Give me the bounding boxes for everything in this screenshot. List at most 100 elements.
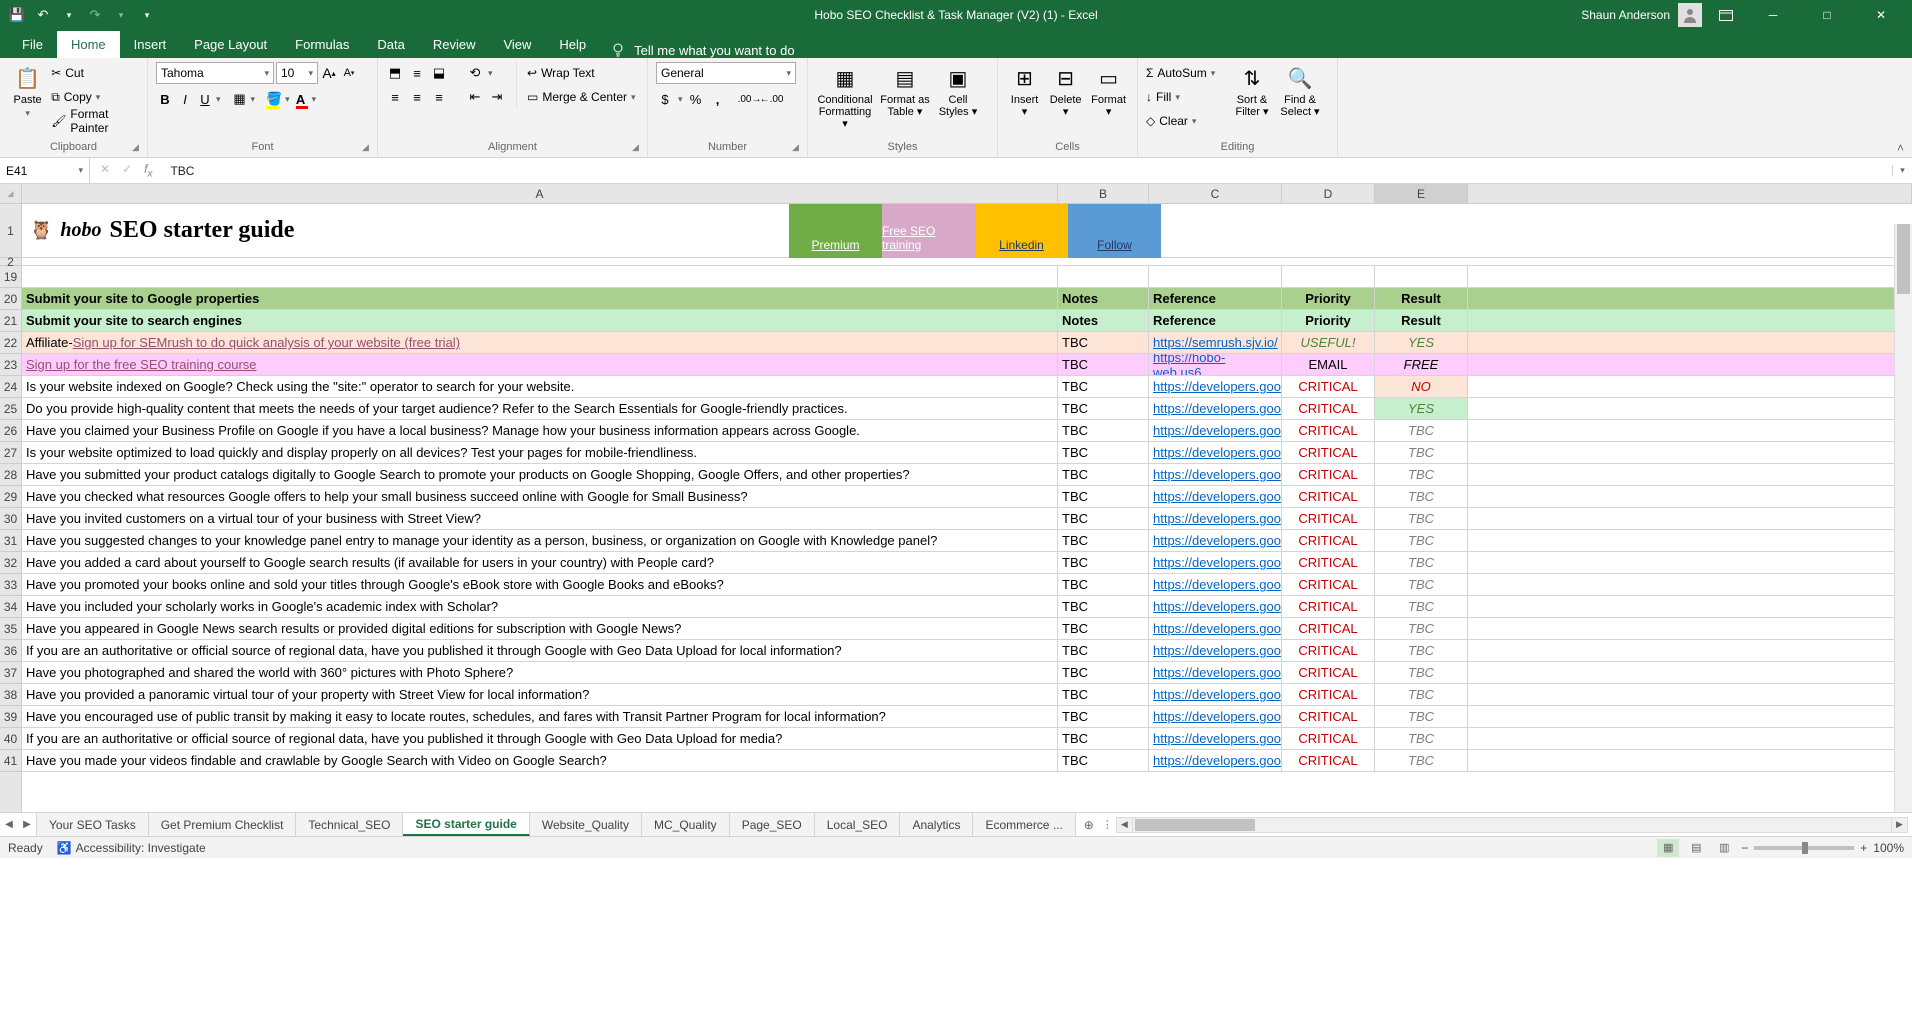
cell-notes[interactable]: TBC [1058, 464, 1149, 485]
tell-me[interactable]: Tell me what you want to do [610, 42, 794, 58]
cell-task[interactable]: Have you checked what resources Google o… [22, 486, 1058, 507]
cell-priority[interactable]: EMAIL [1282, 354, 1375, 375]
cell-priority[interactable]: CRITICAL [1282, 464, 1375, 485]
vertical-scroll-thumb[interactable] [1897, 224, 1910, 294]
qat-customize-icon[interactable]: ▾ [140, 8, 154, 22]
cell-reference[interactable]: https://developers.goo [1149, 398, 1282, 419]
row-header[interactable]: 30 [0, 508, 21, 530]
cell-reference[interactable]: Reference [1149, 310, 1282, 331]
increase-indent-icon[interactable]: ⇥ [488, 88, 506, 106]
cell-result[interactable]: TBC [1375, 486, 1468, 507]
cell-reference[interactable]: https://developers.goo [1149, 684, 1282, 705]
delete-cells-button[interactable]: ⊟Delete▾ [1047, 62, 1084, 118]
cell-task[interactable]: Have you appeared in Google News search … [22, 618, 1058, 639]
col-header-blank[interactable] [1468, 184, 1912, 203]
zoom-slider[interactable] [1754, 846, 1854, 850]
format-painter-button[interactable]: 🖌Format Painter [51, 110, 139, 132]
name-box[interactable]: E41▾ [0, 158, 90, 183]
enter-formula-icon[interactable]: ✓ [122, 162, 132, 179]
cell-priority[interactable]: CRITICAL [1282, 486, 1375, 507]
cell-result[interactable]: TBC [1375, 706, 1468, 727]
normal-view-button[interactable]: ▦ [1657, 839, 1679, 857]
cell-notes[interactable]: Notes [1058, 310, 1149, 331]
reference-link[interactable]: https://developers.goo [1153, 423, 1281, 438]
cell-styles-button[interactable]: ▣ CellStyles ▾ [936, 62, 980, 118]
cell-priority[interactable]: CRITICAL [1282, 508, 1375, 529]
cell-priority[interactable]: CRITICAL [1282, 398, 1375, 419]
tab-view[interactable]: View [489, 31, 545, 58]
cell-result[interactable]: TBC [1375, 728, 1468, 749]
font-name-combo[interactable]: Tahoma▾ [156, 62, 274, 84]
font-color-button[interactable]: A [292, 90, 310, 108]
comma-icon[interactable]: , [709, 90, 727, 108]
reference-link[interactable]: https://developers.goo [1153, 621, 1281, 636]
fill-color-button[interactable]: 🪣 [265, 90, 283, 108]
cell-task[interactable]: Have you suggested changes to your knowl… [22, 530, 1058, 551]
cell-notes[interactable]: TBC [1058, 706, 1149, 727]
reference-link[interactable]: https://developers.goo [1153, 753, 1281, 768]
tab-help[interactable]: Help [545, 31, 600, 58]
page-layout-view-button[interactable]: ▤ [1685, 839, 1707, 857]
row-header[interactable]: 24 [0, 376, 21, 398]
cell-reference[interactable]: https://developers.goo [1149, 750, 1282, 771]
zoom-knob[interactable] [1802, 842, 1808, 854]
font-size-combo[interactable]: 10▾ [276, 62, 318, 84]
reference-link[interactable]: https://developers.goo [1153, 511, 1281, 526]
align-center-icon[interactable]: ≡ [408, 88, 426, 106]
accounting-icon[interactable]: $ [656, 90, 674, 108]
paste-button[interactable]: 📋 Paste ▾ [8, 62, 47, 119]
cell-reference[interactable]: https://developers.goo [1149, 706, 1282, 727]
cell-task[interactable]: Have you provided a panoramic virtual to… [22, 684, 1058, 705]
free-training-link[interactable]: Free SEO training [882, 204, 975, 258]
minimize-button[interactable]: ─ [1750, 0, 1796, 30]
status-accessibility[interactable]: Accessibility: Investigate [76, 841, 206, 855]
formula-input[interactable]: TBC [162, 164, 1892, 178]
bold-button[interactable]: B [156, 90, 174, 108]
fx-icon[interactable]: fx [144, 162, 152, 179]
cell-priority[interactable]: CRITICAL [1282, 640, 1375, 661]
sheet-tab-technical-seo[interactable]: Technical_SEO [296, 813, 403, 836]
cell-result[interactable]: Result [1375, 288, 1468, 309]
reference-link[interactable]: https://developers.goo [1153, 379, 1281, 394]
fill-color-dropdown[interactable]: ▾ [285, 94, 290, 105]
cell-reference[interactable]: https://developers.goo [1149, 574, 1282, 595]
cell-task[interactable]: If you are an authoritative or official … [22, 728, 1058, 749]
sheet-tab-local-seo[interactable]: Local_SEO [815, 813, 901, 836]
font-launcher-icon[interactable]: ◢ [362, 142, 374, 154]
cell-reference[interactable]: https://developers.goo [1149, 530, 1282, 551]
row-header[interactable]: 35 [0, 618, 21, 640]
cell-result[interactable]: TBC [1375, 530, 1468, 551]
decrease-decimal-icon[interactable]: ←.00 [763, 90, 781, 108]
cell-notes[interactable]: TBC [1058, 420, 1149, 441]
autosum-button[interactable]: ΣAutoSum▾ [1146, 62, 1226, 84]
cell-priority[interactable]: CRITICAL [1282, 684, 1375, 705]
row-header[interactable]: 41 [0, 750, 21, 772]
cell-notes[interactable]: TBC [1058, 398, 1149, 419]
select-all-corner[interactable]: ◢ [0, 184, 22, 204]
cell-reference[interactable]: https://developers.goo [1149, 640, 1282, 661]
row-header[interactable]: 36 [0, 640, 21, 662]
cell-priority[interactable]: CRITICAL [1282, 574, 1375, 595]
reference-link[interactable]: https://developers.goo [1153, 445, 1281, 460]
cell-task[interactable]: Affiliate- Sign up for SEMrush to do qui… [22, 332, 1058, 353]
row-header[interactable]: 22 [0, 332, 21, 354]
cell-priority[interactable]: Priority [1282, 310, 1375, 331]
cell-notes[interactable]: TBC [1058, 596, 1149, 617]
row-header[interactable]: 39 [0, 706, 21, 728]
cell-priority[interactable]: CRITICAL [1282, 442, 1375, 463]
ribbon-display-icon[interactable] [1710, 0, 1742, 30]
save-icon[interactable]: 💾 [10, 8, 24, 22]
reference-link[interactable]: https://developers.goo [1153, 687, 1281, 702]
borders-button[interactable]: ▦ [231, 90, 249, 108]
sheet-tab-website-quality[interactable]: Website_Quality [530, 813, 642, 836]
cell-notes[interactable]: TBC [1058, 618, 1149, 639]
cell-notes[interactable]: TBC [1058, 530, 1149, 551]
cell-task[interactable]: Submit your site to Google properties [22, 288, 1058, 309]
sort-filter-button[interactable]: ⇅Sort &Filter ▾ [1230, 62, 1274, 118]
cell-reference[interactable]: https://developers.goo [1149, 486, 1282, 507]
accessibility-icon[interactable]: ♿ [57, 841, 72, 855]
sheet-tab-get-premium-checklist[interactable]: Get Premium Checklist [149, 813, 297, 836]
cell-priority[interactable]: CRITICAL [1282, 376, 1375, 397]
tab-file[interactable]: File [8, 31, 57, 58]
row-header[interactable]: 27 [0, 442, 21, 464]
